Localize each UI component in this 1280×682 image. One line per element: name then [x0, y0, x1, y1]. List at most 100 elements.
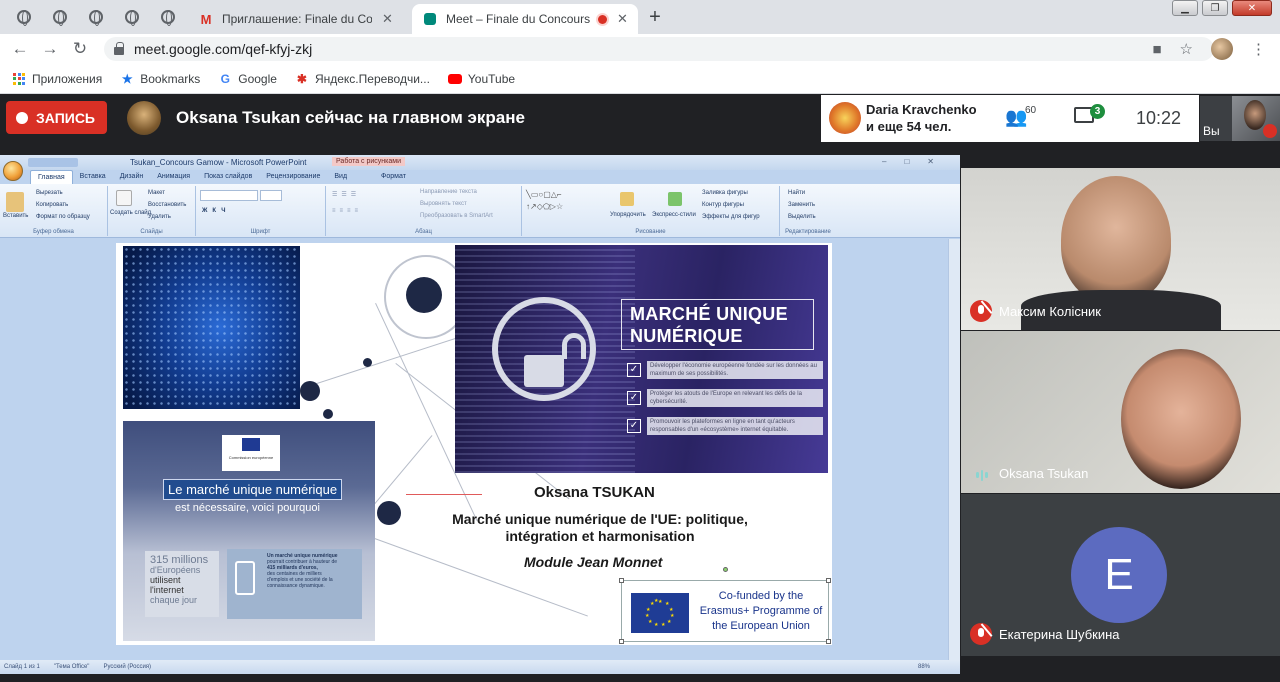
ppt-context-tab[interactable]: Работа с рисунками	[332, 157, 405, 166]
participant-tile[interactable]: Oksana Tsukan	[961, 331, 1280, 493]
selection-handle[interactable]	[619, 639, 624, 644]
reset-button[interactable]: Восстановить	[148, 202, 186, 208]
selection-handle[interactable]	[619, 578, 624, 583]
forward-button[interactable]: →	[38, 38, 62, 60]
smartart-button[interactable]: Преобразовать в SmartArt	[420, 213, 493, 219]
bookmark-youtube[interactable]: YouTube	[447, 72, 515, 86]
cybersecurity-image: MARCHÉ UNIQUE NUMÉRIQUE ✓ Développer l'é…	[455, 245, 828, 473]
font-size-box[interactable]	[260, 190, 282, 201]
selection-handle[interactable]	[826, 578, 831, 583]
close-tab-icon[interactable]: ✕	[617, 11, 628, 27]
list-buttons[interactable]: ☰☰☰	[332, 191, 360, 198]
pinned-tab[interactable]	[82, 5, 110, 29]
tab-meet[interactable]: Meet – Finale du Concours G ✕	[412, 4, 638, 34]
pinned-tab[interactable]	[10, 5, 38, 29]
bookmark-star-icon[interactable]: ☆	[1180, 40, 1193, 58]
stat-users: 315 millions d'Européens utilisent l'int…	[145, 551, 219, 617]
ribbon-tab-insert[interactable]: Вставка	[73, 170, 113, 184]
arrange-button[interactable]: Упорядочить	[610, 212, 646, 218]
format-painter-button[interactable]: Формат по образцу	[36, 214, 90, 220]
network-node	[406, 277, 442, 313]
align-text-button[interactable]: Выровнять текст	[420, 201, 467, 207]
cut-button[interactable]: Вырезать	[36, 190, 63, 196]
arrange-icon[interactable]	[620, 192, 634, 206]
dsm-subtitle: est nécessaire, voici pourquoi	[175, 502, 320, 514]
text-direction-button[interactable]: Направление текста	[420, 189, 477, 195]
minimize-button[interactable]: ▁	[1172, 0, 1198, 16]
slide-canvas[interactable]: MARCHÉ UNIQUE NUMÉRIQUE ✓ Développer l'é…	[116, 243, 832, 645]
close-window-button[interactable]: ✕	[1232, 0, 1272, 16]
close-tab-icon[interactable]: ✕	[382, 11, 393, 27]
bookmark-bookmarks[interactable]: ★ Bookmarks	[120, 72, 200, 86]
url-field[interactable]: meet.google.com/qef-kfyj-zkj	[104, 37, 1214, 61]
ribbon-tab-design[interactable]: Дизайн	[113, 170, 151, 184]
ribbon-tab-view[interactable]: Вид	[327, 170, 354, 184]
pinned-tab[interactable]	[154, 5, 182, 29]
url-text: meet.google.com/qef-kfyj-zkj	[134, 41, 313, 57]
pinned-tab[interactable]	[118, 5, 146, 29]
new-slide-button[interactable]: Создать слайд	[110, 210, 151, 216]
delete-slide-button[interactable]: Удалить	[148, 214, 171, 220]
ribbon-group-font: ЖКЧ Шрифт	[196, 186, 326, 236]
dsm-infographic: Commission européenne Le marché unique n…	[123, 421, 375, 641]
new-slide-icon[interactable]	[116, 190, 132, 206]
ppt-vertical-scrollbar[interactable]	[948, 239, 960, 660]
slide-module: Module Jean Monnet	[524, 554, 663, 570]
font-name-box[interactable]	[200, 190, 258, 201]
pinned-tab[interactable]	[46, 5, 74, 29]
ribbon-tab-format[interactable]: Формат	[374, 170, 413, 184]
ribbon-tab-animation[interactable]: Анимация	[150, 170, 197, 184]
maximize-button[interactable]: ❐	[1202, 0, 1228, 16]
participant-tile[interactable]: E Екатерина Шубкина	[961, 494, 1280, 656]
bookmark-yandex-translate[interactable]: ✱ Яндекс.Переводчи...	[295, 72, 430, 86]
camera-icon[interactable]: ■	[1152, 41, 1161, 58]
participants-summary[interactable]: Daria Kravchenko и еще 54 чел.	[866, 101, 977, 135]
profile-avatar[interactable]	[1211, 38, 1233, 60]
ribbon-tab-review[interactable]: Рецензирование	[259, 170, 327, 184]
bookmark-label: Google	[238, 71, 277, 86]
shape-effects-button[interactable]: Эффекты для фигур	[702, 214, 760, 220]
shapes-gallery[interactable]: ╲▭○▢△⌐	[526, 190, 562, 199]
paste-icon[interactable]	[6, 192, 24, 212]
quick-access-toolbar[interactable]	[28, 158, 78, 167]
rotation-handle[interactable]	[723, 567, 728, 572]
selection-handle[interactable]	[826, 639, 831, 644]
ribbon-tab-home[interactable]: Главная	[30, 170, 73, 184]
ppt-window-controls[interactable]: –□✕	[882, 157, 952, 166]
reload-button[interactable]: ↻	[68, 38, 92, 60]
layout-button[interactable]: Макет	[148, 190, 165, 196]
bullet-text: Développer l'économie européenne fondée …	[647, 361, 823, 379]
tab-gmail-invitation[interactable]: M Приглашение: Finale du Concou ✕	[188, 4, 410, 34]
bookmark-label: Bookmarks	[140, 71, 201, 86]
self-view-tile[interactable]: Вы	[1200, 96, 1280, 141]
find-button[interactable]: Найти	[788, 190, 805, 196]
replace-button[interactable]: Заменить	[788, 202, 815, 208]
participant-tile[interactable]: Максим Колісник	[961, 168, 1280, 330]
network-node	[300, 381, 320, 401]
font-style-buttons[interactable]: ЖКЧ	[202, 208, 230, 214]
ribbon-tab-slideshow[interactable]: Показ слайдов	[197, 170, 259, 184]
participant-name: Екатерина Шубкина	[999, 627, 1120, 642]
align-buttons[interactable]: ≡≡≡≡	[332, 208, 362, 214]
address-bar-actions: ■ ☆ ⋮	[1152, 38, 1266, 60]
select-button[interactable]: Выделить	[788, 214, 816, 220]
back-button[interactable]: ←	[8, 38, 32, 60]
copy-button[interactable]: Копировать	[36, 202, 68, 208]
shapes-gallery[interactable]: ↑↗◇⬠▷☆	[526, 202, 563, 211]
bookmark-apps[interactable]: Приложения	[12, 72, 102, 86]
office-button[interactable]	[3, 161, 23, 181]
people-count: 60	[1025, 105, 1037, 116]
menu-icon[interactable]: ⋮	[1251, 40, 1266, 58]
bullet-text: Protéger les atouts de l'Europe en relev…	[647, 389, 823, 407]
quick-styles-icon[interactable]	[668, 192, 682, 206]
erasmus-logo-box[interactable]: ★ ★ ★ ★ ★ ★ ★ ★ ★ ★ ★ ★ Co-funded by the Erasmus+ P…	[619, 567, 831, 644]
zoom-level[interactable]: 88%	[918, 664, 930, 670]
paste-button[interactable]: Вставить	[3, 213, 28, 219]
new-tab-button[interactable]: +	[643, 5, 667, 29]
shape-fill-button[interactable]: Заливка фигуры	[702, 190, 748, 196]
recording-button[interactable]: ЗАПИСЬ	[6, 101, 107, 134]
shape-outline-button[interactable]: Контур фигуры	[702, 202, 744, 208]
quick-styles-button[interactable]: Экспресс-стили	[652, 212, 696, 218]
bookmark-google[interactable]: G Google	[218, 72, 277, 86]
group-label: Слайды	[140, 229, 163, 235]
